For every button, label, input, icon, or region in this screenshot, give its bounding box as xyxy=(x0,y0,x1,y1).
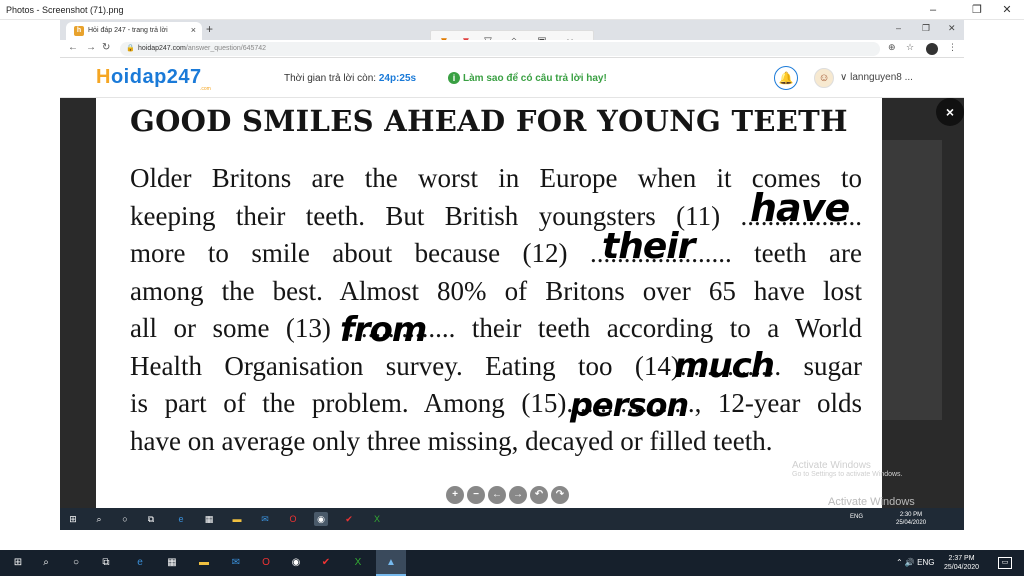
menu-kebab-icon[interactable]: ⋮ xyxy=(948,42,957,53)
url-domain: hoidap247.com xyxy=(138,45,186,52)
back-icon[interactable]: ← xyxy=(68,42,78,53)
store-icon[interactable]: ▦ xyxy=(164,555,180,571)
zoom-icon[interactable]: ⊕ xyxy=(888,42,896,53)
edge-icon: e xyxy=(178,514,184,524)
taskbar: ⊞ ⌕ ○ ⧉ e ▦ ▬ ✉ O ◉ ✔ X ▲ ⌃ 🔊 ENG 2:37 P… xyxy=(0,550,1024,576)
photos-icon: ▲ xyxy=(386,557,396,568)
passage-line: is part of the problem. Among (15)......… xyxy=(130,388,862,418)
cortana-icon: ○ xyxy=(122,514,128,524)
username[interactable]: ∨ lannguyen8 ... xyxy=(840,72,913,83)
new-tab-button[interactable]: + xyxy=(206,22,213,36)
notification-center-icon[interactable]: ▭ xyxy=(998,557,1012,569)
passage-line: have on average only three missing, deca… xyxy=(130,425,773,456)
bookmark-star-icon[interactable]: ☆ xyxy=(906,42,914,53)
zoom-in-button[interactable]: + xyxy=(446,486,464,504)
task-view-icon[interactable]: ⧉ xyxy=(98,555,114,571)
site-logo[interactable]: Hoidap247 xyxy=(96,66,202,89)
browser-tab[interactable]: h Hỏi đáp 247 - trang trả lời × xyxy=(66,22,202,40)
maximize-button[interactable]: ❐ xyxy=(962,2,992,18)
mail-icon[interactable]: ✉ xyxy=(228,555,244,571)
site-favicon-icon: h xyxy=(74,26,84,36)
passage-line: all or some (13) ................ their … xyxy=(130,313,862,343)
inner-tray-lang: ENG xyxy=(850,514,864,520)
logo-domain: .com xyxy=(200,86,211,92)
store-icon: ▦ xyxy=(204,514,214,524)
photos-taskbar-button[interactable]: ▲ xyxy=(376,550,406,576)
user-avatar[interactable]: ☺ xyxy=(814,68,834,88)
worksheet-heading: GOOD SMILES AHEAD FOR YOUNG TEETH xyxy=(130,104,848,138)
handwritten-answer-13: from xyxy=(340,310,427,350)
notification-bell-icon[interactable]: 🔔 xyxy=(774,66,798,90)
passage-line: among the best. Almost 80% of Britons ov… xyxy=(130,275,862,306)
site-header: Hoidap247 .com Thời gian trả lời còn: 24… xyxy=(60,58,964,98)
rotate-left-button[interactable]: ↶ xyxy=(530,486,548,504)
close-button[interactable]: ✕ xyxy=(992,2,1022,18)
opera-icon: O xyxy=(289,514,297,524)
start-icon: ⊞ xyxy=(69,514,77,524)
background-page-hint xyxy=(882,140,942,420)
app-check-icon: ✔ xyxy=(345,514,353,524)
search-icon: ⌕ xyxy=(96,514,102,524)
handwritten-answer-14: much xyxy=(674,346,775,386)
activate-windows-watermark: Activate Windows Go to Settings to activ… xyxy=(792,460,903,478)
rotate-right-button[interactable]: ↷ xyxy=(551,486,569,504)
previous-button[interactable]: ← xyxy=(488,486,506,504)
opera-icon[interactable]: O xyxy=(258,555,274,571)
app-check-icon[interactable]: ✔ xyxy=(318,555,334,571)
inner-taskbar: ⊞ ⌕ ○ ⧉ e ▦ ▬ ✉ O ◉ ✔ X ENG 2:30 PM 25/0… xyxy=(60,508,964,530)
chrome-icon: ◉ xyxy=(314,512,328,526)
start-icon[interactable]: ⊞ xyxy=(10,555,26,571)
address-bar: ← → ↻ 🔒 hoidap247.com/answer_question/64… xyxy=(60,40,964,58)
timer-value: 24p:25s xyxy=(378,73,417,84)
tray[interactable]: ⌃ 🔊 ENG xyxy=(896,558,934,567)
cortana-icon[interactable]: ○ xyxy=(68,555,84,571)
zoom-out-button[interactable]: − xyxy=(467,486,485,504)
excel-icon[interactable]: X xyxy=(350,555,366,571)
image-viewer-controls: + − ← → ↶ ↷ xyxy=(446,484,572,504)
info-icon: i xyxy=(448,72,460,84)
tab-title: Hỏi đáp 247 - trang trả lời xyxy=(88,27,168,34)
search-icon[interactable]: ⌕ xyxy=(38,555,54,571)
next-button[interactable]: → xyxy=(509,486,527,504)
browser-close-button[interactable]: ✕ xyxy=(948,23,956,34)
system-clock[interactable]: 2:37 PM 25/04/2020 xyxy=(944,554,979,572)
url-field[interactable]: 🔒 hoidap247.com/answer_question/645742 xyxy=(120,42,880,56)
photos-window-title: Photos - Screenshot (71).png xyxy=(6,5,124,15)
activate-windows-watermark-outer: Activate Windows xyxy=(828,496,915,508)
forward-icon[interactable]: → xyxy=(86,42,96,53)
inner-clock: 2:30 PM 25/04/2020 xyxy=(896,512,927,526)
browser-maximize-button[interactable]: ❐ xyxy=(922,23,930,34)
browser-minimize-button[interactable]: – xyxy=(896,23,901,33)
handwritten-answer-15: person xyxy=(570,386,689,424)
lightbox-close-button[interactable]: × xyxy=(936,98,964,126)
handwritten-answer-12: their xyxy=(602,226,695,267)
passage-line: more to smile about because (12) .......… xyxy=(130,238,862,268)
screenshot-image: h Hỏi đáp 247 - trang trả lời × + – ❐ ✕ … xyxy=(60,20,964,530)
chrome-icon[interactable]: ◉ xyxy=(288,555,304,571)
profile-avatar-icon[interactable] xyxy=(926,43,938,55)
answer-timer: Thời gian trả lời còn: 24p:25s xyxy=(284,73,417,84)
excel-icon: X xyxy=(373,514,380,524)
mail-icon: ✉ xyxy=(261,514,269,524)
photos-title-bar: Photos - Screenshot (71).png – ❐ ✕ xyxy=(0,0,1024,20)
file-explorer-icon: ▬ xyxy=(232,514,242,524)
handwritten-answer-11: have xyxy=(750,186,850,230)
url-path: /answer_question/645742 xyxy=(185,45,267,52)
task-view-icon: ⧉ xyxy=(147,514,155,524)
good-answer-help-link[interactable]: i Làm sao để có câu trả lời hay! xyxy=(448,72,607,84)
tab-close-icon[interactable]: × xyxy=(191,25,196,35)
file-explorer-icon[interactable]: ▬ xyxy=(196,555,212,571)
lock-icon: 🔒 xyxy=(126,45,135,52)
edge-icon[interactable]: e xyxy=(132,555,148,571)
worksheet-image: GOOD SMILES AHEAD FOR YOUNG TEETH Older … xyxy=(96,98,882,510)
reload-icon[interactable]: ↻ xyxy=(102,42,110,53)
minimize-button[interactable]: – xyxy=(918,2,948,18)
screen: Photos - Screenshot (71).png – ❐ ✕ h Hỏi… xyxy=(0,0,1024,576)
